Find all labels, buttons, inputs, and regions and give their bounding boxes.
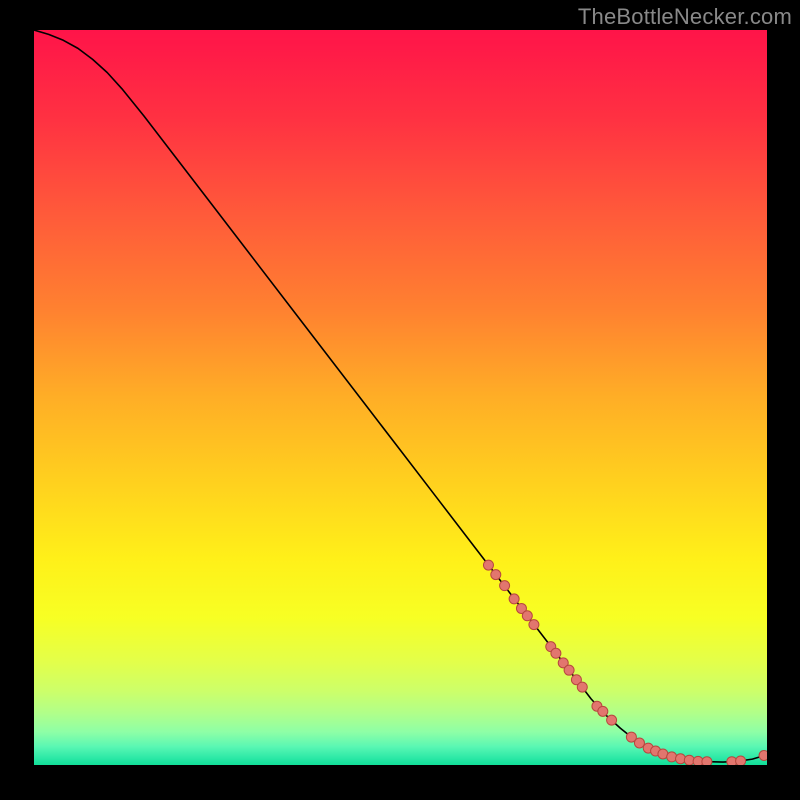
data-marker bbox=[529, 620, 539, 630]
data-marker bbox=[509, 594, 519, 604]
plot-area bbox=[34, 30, 767, 765]
data-marker bbox=[634, 738, 644, 748]
data-marker bbox=[759, 750, 767, 760]
data-marker bbox=[598, 706, 608, 716]
data-marker bbox=[500, 581, 510, 591]
data-marker bbox=[564, 665, 574, 675]
data-marker bbox=[667, 752, 677, 762]
data-marker bbox=[577, 682, 587, 692]
data-marker bbox=[551, 648, 561, 658]
data-marker bbox=[491, 570, 501, 580]
data-marker bbox=[483, 560, 493, 570]
data-marker bbox=[522, 611, 532, 621]
watermark-text: TheBottleNecker.com bbox=[578, 4, 792, 30]
chart-stage: TheBottleNecker.com bbox=[0, 0, 800, 800]
data-marker bbox=[736, 756, 746, 765]
data-marker bbox=[702, 757, 712, 765]
gradient-background bbox=[34, 30, 767, 765]
chart-svg bbox=[34, 30, 767, 765]
data-marker bbox=[607, 715, 617, 725]
